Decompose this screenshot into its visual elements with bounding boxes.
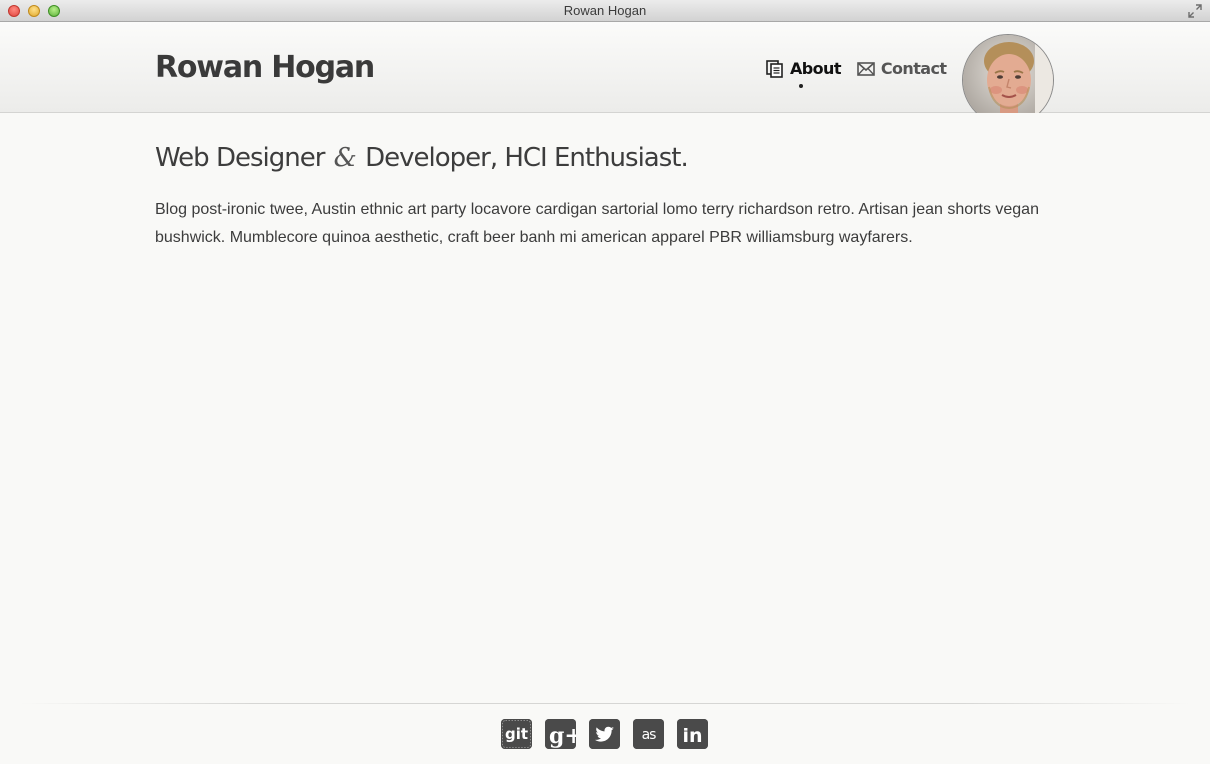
page-headline: Web Designer & Developer, HCI Enthusiast… xyxy=(155,140,689,176)
google-plus-icon: g+ xyxy=(545,719,576,749)
google-plus-link[interactable]: g+ xyxy=(545,719,576,749)
browser-window: Rowan Hogan Rowan Hogan About Contact We… xyxy=(0,0,1210,764)
window-title: Rowan Hogan xyxy=(563,3,647,18)
linkedin-icon: in xyxy=(677,719,708,749)
intro-paragraph: Blog post-ironic twee, Austin ethnic art… xyxy=(155,201,1039,246)
footer-divider xyxy=(20,703,1190,704)
svg-text:in: in xyxy=(682,725,702,747)
linkedin-link[interactable]: in xyxy=(677,719,708,749)
github-link[interactable]: git xyxy=(501,719,532,749)
svg-text:as: as xyxy=(642,727,657,743)
window-titlebar: Rowan Hogan xyxy=(0,0,1210,22)
fullscreen-icon[interactable] xyxy=(1188,4,1202,18)
lastfm-icon: as xyxy=(633,719,664,749)
profile-photo-icon xyxy=(963,35,1053,113)
twitter-link[interactable] xyxy=(589,719,620,749)
avatar-clip xyxy=(0,22,1210,113)
social-links: git g+ as in xyxy=(501,719,708,749)
avatar xyxy=(962,34,1054,113)
github-icon: git xyxy=(501,719,532,749)
headline-part-1: Web Designer xyxy=(155,143,325,173)
headline-ampersand: & xyxy=(333,143,357,173)
svg-text:git: git xyxy=(505,725,528,743)
svg-text:g+: g+ xyxy=(549,723,576,749)
twitter-icon xyxy=(589,719,620,749)
lastfm-link[interactable]: as xyxy=(633,719,664,749)
headline-part-2: Developer, HCI Enthusiast. xyxy=(365,143,689,173)
